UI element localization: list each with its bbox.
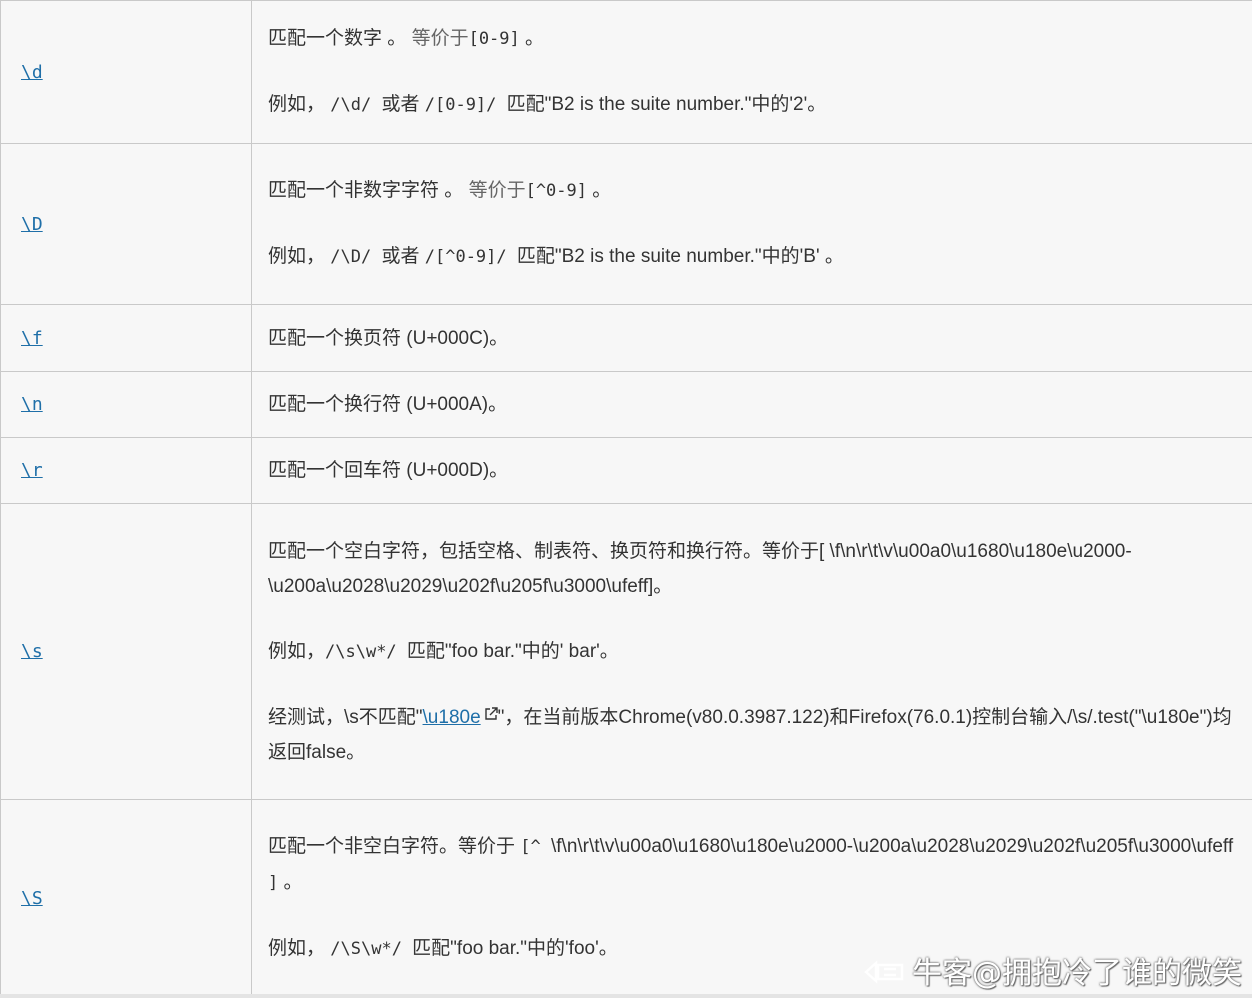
text-segment: 例如，	[268, 640, 326, 662]
nowcoder-logo-icon	[864, 960, 904, 984]
text-segment: 等价于	[468, 180, 526, 201]
inline-code: /\D/	[330, 247, 382, 267]
description-cell: 匹配一个换行符 (U+000A)。	[251, 371, 1252, 438]
inline-code: /\S\w*/	[330, 939, 413, 959]
regex-token-link[interactable]: \f	[21, 328, 43, 349]
text-segment: \f\n\r\t\v\u00a0\u1680\u180e\u2000-\u200…	[551, 836, 1234, 857]
table-row: \s 匹配一个空白字符，包括空格、制表符、换页符和换行符。等价于[ \f\n\r\…	[0, 503, 1252, 800]
text-segment: 匹配"foo bar."中的'foo'。	[412, 938, 618, 959]
text-segment: 例如，	[268, 246, 331, 267]
watermark: 牛客@拥抱冷了谁的微笑	[862, 948, 1242, 992]
inline-code: /[^0-9]/	[424, 247, 517, 267]
text-segment: 或者	[381, 246, 425, 267]
description-paragraph: 匹配一个空白字符，包括空格、制表符、换页符和换行符。等价于[ \f\n\r\t\…	[268, 534, 1236, 604]
regex-token-link[interactable]: \n	[21, 394, 43, 415]
description-cell: 匹配一个空白字符，包括空格、制表符、换页符和换行符。等价于[ \f\n\r\t\…	[251, 503, 1252, 800]
text-segment: 例如，	[268, 938, 331, 959]
regex-token-link[interactable]: \r	[21, 460, 43, 481]
text-segment: 。	[587, 180, 612, 201]
description-cell: 匹配一个数字 。 等价于[0-9] 。例如， /\d/ 或者 /[0-9]/ 匹…	[251, 0, 1252, 144]
inline-code: /\s\w*/	[325, 641, 407, 662]
text-segment: 匹配一个换页符 (U+000C)。	[268, 327, 509, 349]
text-segment: 匹配"B2 is the suite number."中的'2'。	[506, 94, 827, 115]
regex-reference-table: \d 匹配一个数字 。 等价于[0-9] 。例如， /\d/ 或者 /[0-9]/…	[0, 0, 1252, 997]
regex-token-link[interactable]: \d	[21, 62, 43, 83]
description-paragraph: 例如，/\s\w*/ 匹配"foo bar."中的' bar'。	[268, 634, 1236, 670]
external-link[interactable]: \u180e	[423, 707, 498, 728]
description-cell: 匹配一个回车符 (U+000D)。	[251, 437, 1252, 504]
text-segment: 经测试，\s不匹配"	[268, 706, 423, 728]
regex-token-cell: \s	[0, 503, 252, 800]
description-cell: 匹配一个换页符 (U+000C)。	[251, 304, 1252, 372]
text-segment: 匹配一个换行符 (U+000A)。	[268, 394, 508, 415]
description-paragraph: 匹配一个数字 。 等价于[0-9] 。	[268, 21, 1236, 57]
description-paragraph: 匹配一个回车符 (U+000D)。	[268, 453, 1236, 488]
regex-token-cell: \d	[0, 0, 252, 144]
description-paragraph: 匹配一个换行符 (U+000A)。	[268, 387, 1236, 422]
text-segment: 匹配一个空白字符，包括空格、制表符、换页符和换行符。等价于[ \f\n\r\t\…	[268, 540, 1132, 597]
text-segment: 匹配一个非空白字符。等价于	[268, 836, 521, 857]
inline-code: [0-9]	[468, 29, 520, 49]
description-paragraph: 匹配一个非空白字符。等价于 [^ \f\n\r\t\v\u00a0\u1680\…	[268, 829, 1236, 901]
text-segment: 匹配一个数字 。	[268, 28, 412, 49]
inline-code: ]	[268, 873, 279, 893]
bottom-divider	[0, 994, 1252, 998]
description-cell: 匹配一个非数字字符 。 等价于[^0-9] 。例如， /\D/ 或者 /[^0-…	[251, 143, 1252, 305]
text-segment: 匹配"foo bar."中的' bar'。	[406, 640, 619, 662]
table-row: \r 匹配一个回车符 (U+000D)。	[0, 437, 1252, 504]
external-link-icon	[484, 706, 498, 720]
regex-token-link[interactable]: \D	[21, 214, 43, 235]
text-segment: 或者	[381, 94, 425, 115]
inline-code: [^	[520, 837, 551, 857]
regex-token-cell: \D	[0, 143, 252, 305]
regex-token-cell: \n	[0, 371, 252, 438]
table-row: \d 匹配一个数字 。 等价于[0-9] 。例如， /\d/ 或者 /[0-9]/…	[0, 0, 1252, 144]
regex-token-link[interactable]: \s	[21, 641, 43, 662]
text-segment: 例如，	[268, 94, 331, 115]
text-segment: 匹配一个非数字字符 。	[268, 180, 469, 201]
description-paragraph: 经测试，\s不匹配"\u180e "，在当前版本Chrome(v80.0.3987…	[268, 700, 1236, 770]
description-paragraph: 例如， /\d/ 或者 /[0-9]/ 匹配"B2 is the suite n…	[268, 87, 1236, 123]
regex-token-link[interactable]: \S	[21, 888, 43, 909]
table-row: \D 匹配一个非数字字符 。 等价于[^0-9] 。例如， /\D/ 或者 /[^…	[0, 143, 1252, 305]
regex-token-cell: \f	[0, 304, 252, 372]
regex-token-cell: \r	[0, 437, 252, 504]
regex-token-cell: \S	[0, 799, 252, 997]
text-segment: 匹配"B2 is the suite number."中的'B' 。	[516, 246, 844, 267]
text-segment: 等价于	[411, 28, 469, 49]
text-segment: 。	[278, 872, 303, 893]
table-row: \n 匹配一个换行符 (U+000A)。	[0, 371, 1252, 438]
text-segment: 匹配一个回车符 (U+000D)。	[268, 460, 509, 481]
inline-code: /[0-9]/	[424, 95, 507, 115]
external-link-label: \u180e	[422, 706, 481, 728]
text-segment: 。	[519, 28, 545, 49]
inline-code: /\d/	[330, 95, 382, 115]
table-row: \f 匹配一个换页符 (U+000C)。	[0, 304, 1252, 372]
inline-code: [^0-9]	[525, 181, 587, 201]
description-paragraph: 匹配一个换页符 (U+000C)。	[268, 321, 1236, 356]
watermark-text: 牛客@拥抱冷了谁的微笑	[912, 956, 1242, 991]
description-paragraph: 匹配一个非数字字符 。 等价于[^0-9] 。	[268, 173, 1236, 209]
description-paragraph: 例如， /\D/ 或者 /[^0-9]/ 匹配"B2 is the suite …	[268, 239, 1236, 275]
